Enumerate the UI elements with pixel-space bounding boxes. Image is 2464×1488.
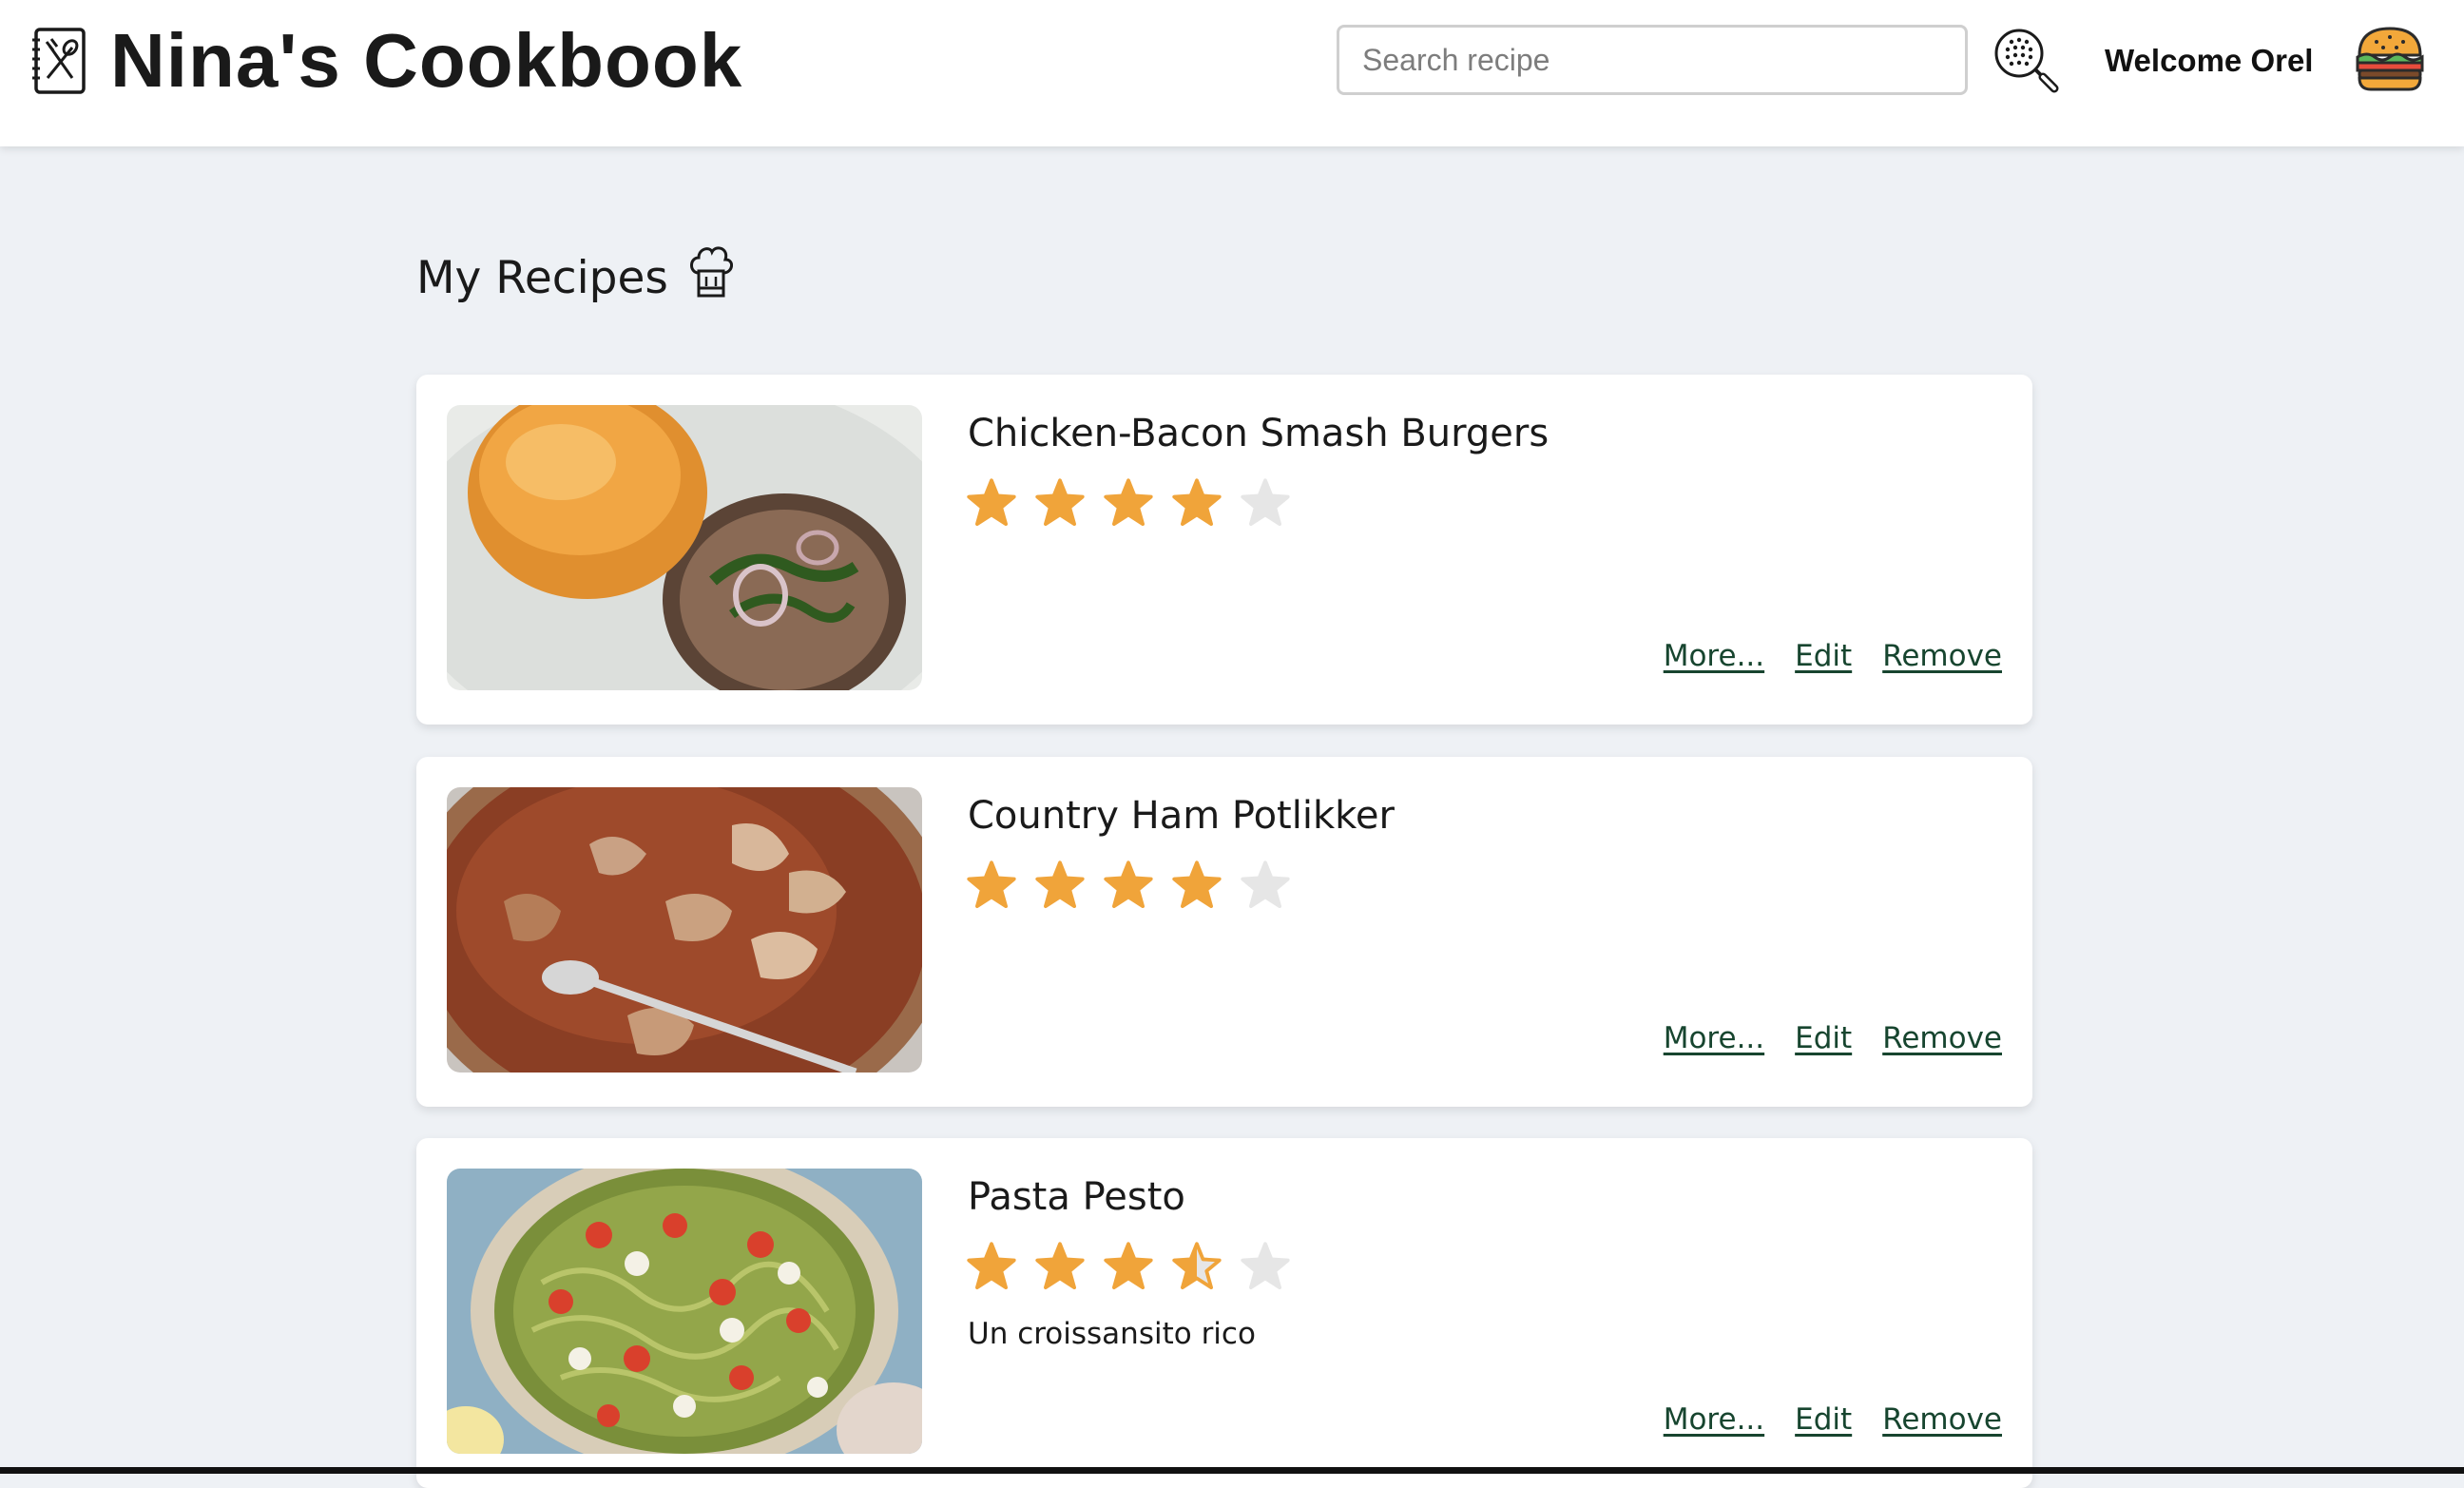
edit-link[interactable]: Edit: [1795, 1021, 1852, 1055]
page-title: My Recipes: [416, 251, 668, 304]
top-navbar: Nina's Cookbook Welcome Orel: [0, 0, 2464, 146]
more-link[interactable]: More...: [1664, 1021, 1764, 1055]
recipe-card: Country Ham Potlikker More... Edit Remov…: [416, 757, 2032, 1107]
star-rating[interactable]: [966, 477, 1308, 529]
more-link[interactable]: More...: [1664, 639, 1764, 673]
star-filled-icon[interactable]: [1171, 477, 1222, 529]
star-empty-icon[interactable]: [1240, 477, 1291, 529]
star-empty-icon[interactable]: [1240, 1241, 1291, 1292]
star-filled-icon[interactable]: [1034, 860, 1086, 911]
star-filled-icon[interactable]: [966, 860, 1017, 911]
star-filled-icon[interactable]: [966, 1241, 1017, 1292]
app-title: Nina's Cookbook: [110, 18, 743, 103]
remove-link[interactable]: Remove: [1882, 1021, 2002, 1055]
recipe-title: Pasta Pesto: [968, 1175, 1185, 1219]
star-empty-icon[interactable]: [1240, 860, 1291, 911]
pasta-pesto-photo[interactable]: [447, 1169, 922, 1454]
star-filled-icon[interactable]: [1103, 1241, 1154, 1292]
recipe-card: Chicken-Bacon Smash Burgers More... Edit…: [416, 375, 2032, 725]
page-heading: My Recipes: [416, 240, 733, 316]
recipe-title: Chicken-Bacon Smash Burgers: [968, 412, 1550, 455]
more-link[interactable]: More...: [1664, 1402, 1764, 1437]
star-filled-icon[interactable]: [966, 477, 1017, 529]
recipe-card: Pasta Pesto Un croissansito rico More...…: [416, 1138, 2032, 1488]
star-half-icon[interactable]: [1171, 1241, 1222, 1292]
remove-link[interactable]: Remove: [1882, 1402, 2002, 1437]
potlikker-photo[interactable]: [447, 787, 922, 1073]
burger-photo[interactable]: [447, 405, 922, 690]
chef-hat-icon: [689, 246, 733, 298]
burger-icon[interactable]: [2354, 23, 2426, 95]
welcome-text: Welcome Orel: [2105, 43, 2314, 78]
recipe-title: Country Ham Potlikker: [968, 794, 1395, 838]
star-filled-icon[interactable]: [1103, 477, 1154, 529]
star-filled-icon[interactable]: [1171, 860, 1222, 911]
cookbook-icon: [32, 28, 86, 94]
recipe-actions: More... Edit Remove: [1664, 1402, 2002, 1437]
remove-link[interactable]: Remove: [1882, 639, 2002, 673]
search-icon[interactable]: [1991, 25, 2061, 95]
star-filled-icon[interactable]: [1034, 477, 1086, 529]
star-rating[interactable]: [966, 1241, 1308, 1292]
recipe-actions: More... Edit Remove: [1664, 639, 2002, 673]
search-input[interactable]: [1337, 25, 1968, 95]
star-rating[interactable]: [966, 860, 1308, 911]
recipe-actions: More... Edit Remove: [1664, 1021, 2002, 1055]
edit-link[interactable]: Edit: [1795, 639, 1852, 673]
recipe-description: Un croissansito rico: [968, 1317, 1256, 1351]
edit-link[interactable]: Edit: [1795, 1402, 1852, 1437]
star-filled-icon[interactable]: [1034, 1241, 1086, 1292]
star-filled-icon[interactable]: [1103, 860, 1154, 911]
bottom-edge: [0, 1467, 2464, 1474]
